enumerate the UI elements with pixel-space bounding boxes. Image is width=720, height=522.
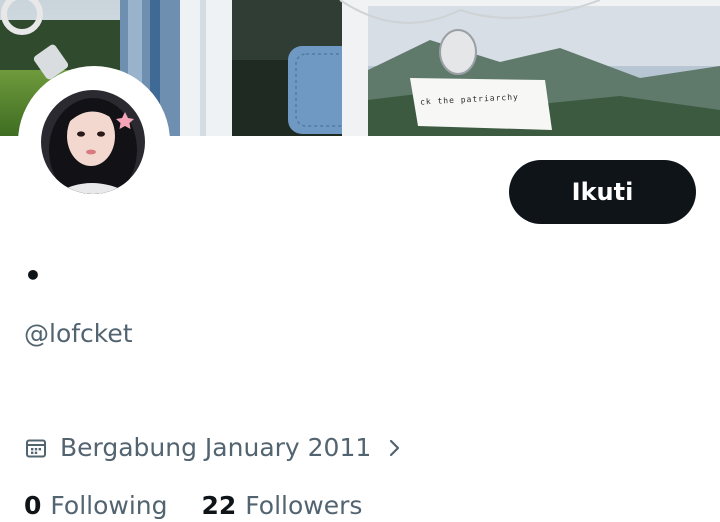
followers-link[interactable]: 22 Followers — [201, 490, 362, 522]
avatar-frame[interactable] — [18, 66, 170, 218]
avatar-image — [40, 90, 145, 194]
avatar[interactable] — [40, 90, 145, 194]
profile-page: ck the patriarchy Ikuti • @lofcket Berga… — [0, 0, 720, 522]
followers-label: Followers — [245, 491, 363, 520]
following-label: Following — [50, 491, 168, 520]
followers-count: 22 — [201, 491, 237, 520]
follow-stats: 0 Following 22 Followers — [24, 490, 362, 522]
calendar-icon — [24, 436, 48, 460]
user-handle: @lofcket — [24, 319, 133, 348]
display-name: • — [24, 259, 42, 292]
follow-button[interactable]: Ikuti — [509, 160, 696, 224]
joined-date-row[interactable]: Bergabung January 2011 — [24, 432, 405, 464]
following-count: 0 — [24, 491, 42, 520]
following-link[interactable]: 0 Following — [24, 490, 167, 522]
joined-date-text: Bergabung January 2011 — [60, 433, 372, 462]
chevron-right-icon[interactable] — [385, 436, 405, 460]
